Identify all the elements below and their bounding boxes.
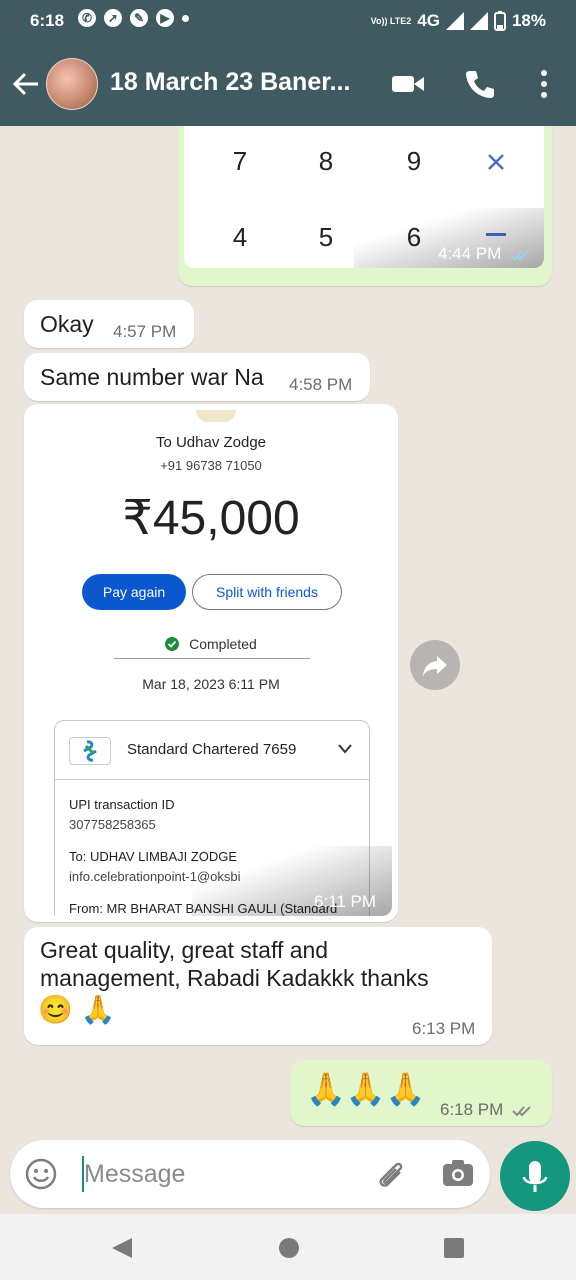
message-text: Okay <box>40 311 94 337</box>
more-notifications-dot-icon <box>182 14 189 22</box>
key-4: 4 <box>232 222 248 252</box>
upi-transaction-id: 307758258365 <box>69 817 156 832</box>
split-with-friends-button: Split with friends <box>192 574 342 610</box>
status-bar: 6:18 ✆ ➚ ✎ ▶ Vo)) LTE2 4G 18% <box>0 0 576 42</box>
chat-title[interactable]: 18 March 23 Baner... <box>110 68 350 97</box>
app-notification-icon: ✎ <box>130 9 148 27</box>
battery-level: 18% <box>511 11 546 30</box>
message-text-line-2: management, Rabadi Kadakkk thanks <box>40 965 429 991</box>
double-check-icon <box>512 1105 531 1116</box>
message-input[interactable]: Message <box>84 1160 185 1189</box>
camera-icon[interactable] <box>440 1156 476 1190</box>
nav-recents-icon[interactable] <box>442 1236 466 1260</box>
nav-back-icon[interactable] <box>110 1236 134 1260</box>
attach-icon[interactable] <box>374 1156 408 1192</box>
forward-icon <box>423 656 447 676</box>
back-arrow-icon[interactable] <box>10 66 42 102</box>
message-composer[interactable]: Message <box>10 1140 490 1208</box>
chevron-down-icon <box>338 744 352 754</box>
message-time: 6:13 PM <box>412 1019 476 1038</box>
chat-area[interactable]: 7 8 9 4 5 6 4:44 PM Okay 4:57 PM Same nu… <box>0 126 576 1214</box>
sent-message[interactable]: 🙏🙏🙏 6:18 PM <box>290 1060 552 1126</box>
battery-icon <box>493 11 506 31</box>
standard-chartered-logo-icon <box>69 737 111 765</box>
payment-screenshot[interactable]: To Udhav Zodge +91 96738 71050 ₹45,000 P… <box>30 410 392 916</box>
message-time: 4:58 PM <box>289 375 353 394</box>
message-time: 6:18 PM <box>440 1100 536 1120</box>
multiply-icon <box>488 154 504 170</box>
message-time: 4:57 PM <box>113 322 177 341</box>
message-emojis: 😊 🙏 <box>38 994 116 1025</box>
double-check-icon <box>510 249 529 260</box>
forward-button[interactable] <box>410 640 460 690</box>
status-right: Vo)) LTE2 4G 18% <box>371 11 546 31</box>
key-5: 5 <box>318 222 334 252</box>
sent-image-message[interactable]: 7 8 9 4 5 6 4:44 PM <box>178 126 552 286</box>
message-time: 4:44 PM <box>438 244 534 264</box>
payment-date: Mar 18, 2023 6:11 PM <box>142 676 280 692</box>
microphone-icon <box>522 1161 548 1192</box>
bank-account-name: Standard Chartered 7659 <box>127 741 297 758</box>
check-circle-icon <box>165 637 180 651</box>
volte-badge: Vo)) LTE2 <box>370 15 412 26</box>
compass-notification-icon: ➚ <box>104 9 122 27</box>
status-time: 6:18 <box>30 11 65 30</box>
emoji-icon[interactable] <box>24 1157 58 1191</box>
signal-2-icon <box>469 12 488 30</box>
signal-icon <box>445 12 464 30</box>
video-call-icon[interactable] <box>390 66 426 102</box>
upi-label: UPI transaction ID <box>69 797 175 812</box>
received-image-message[interactable]: To Udhav Zodge +91 96738 71050 ₹45,000 P… <box>24 404 398 922</box>
payment-status: Completed <box>30 636 392 652</box>
message-emojis: 🙏🙏🙏 <box>306 1071 426 1107</box>
message-text: Same number war Na <box>40 364 264 390</box>
network-type: 4G <box>417 11 440 30</box>
key-8: 8 <box>318 146 334 176</box>
voice-call-icon[interactable] <box>462 66 498 102</box>
message-time: 6:11 PM <box>314 892 377 911</box>
payment-amount: ₹45,000 <box>122 492 300 545</box>
received-message[interactable]: Okay 4:57 PM <box>24 300 194 348</box>
key-7: 7 <box>232 146 248 176</box>
youtube-notification-icon: ▶ <box>156 9 174 27</box>
chat-header: 18 March 23 Baner... <box>0 42 576 126</box>
received-message[interactable]: Great quality, great staff and managemen… <box>24 927 492 1045</box>
payee-avatar <box>196 410 236 422</box>
whatsapp-notification-icon: ✆ <box>78 9 96 27</box>
message-text-line-1: Great quality, great staff and <box>40 937 329 963</box>
more-options-icon[interactable] <box>526 66 562 102</box>
payee-name: To Udhav Zodge <box>155 434 267 451</box>
key-9: 9 <box>406 146 422 176</box>
nav-home-icon[interactable] <box>277 1236 301 1260</box>
payee-phone: +91 96738 71050 <box>160 458 262 473</box>
voice-record-button[interactable] <box>500 1141 570 1211</box>
system-navigation-bar <box>0 1214 576 1280</box>
notification-icons: ✆ ➚ ✎ ▶ <box>78 9 189 27</box>
received-message[interactable]: Same number war Na 4:58 PM <box>24 353 370 401</box>
contact-avatar[interactable] <box>46 58 98 110</box>
divider <box>114 658 310 659</box>
pay-again-button: Pay again <box>82 574 186 610</box>
